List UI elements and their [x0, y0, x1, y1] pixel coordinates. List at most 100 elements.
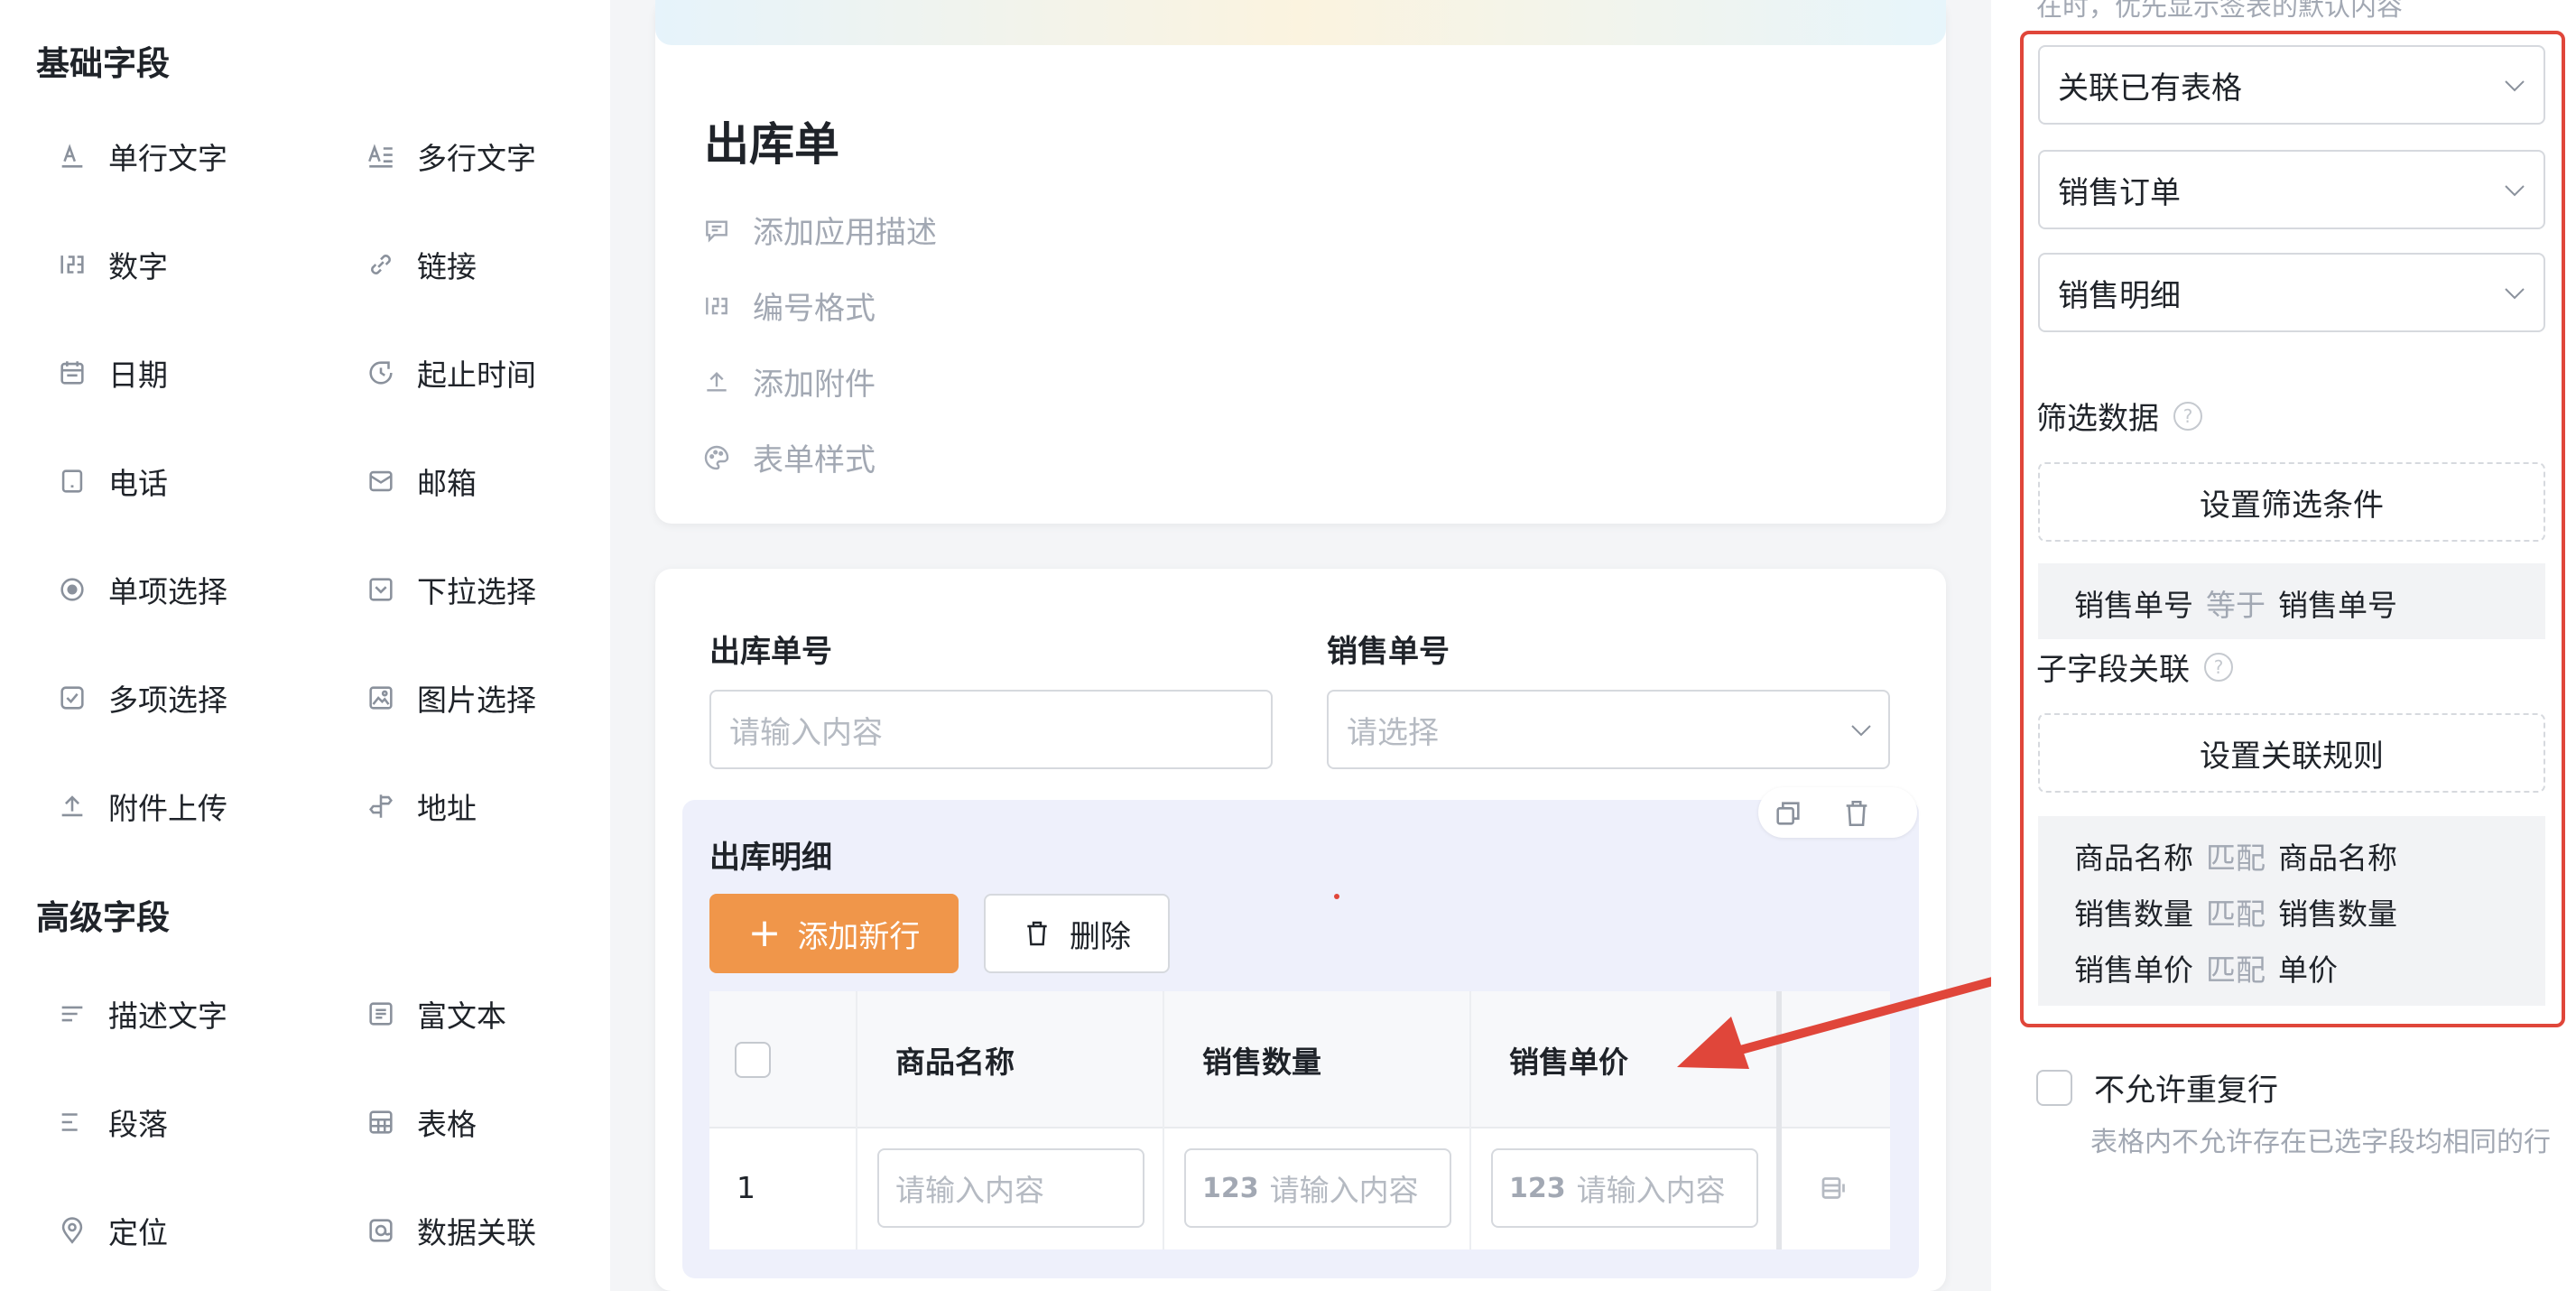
help-icon[interactable]: ?	[2204, 652, 2233, 682]
field-date[interactable]: 日期	[54, 346, 168, 400]
add-description-button[interactable]: 添加应用描述	[702, 208, 937, 252]
mapping-rule: 销售数量 匹配 销售数量	[2074, 890, 2397, 933]
field-label: 数字	[108, 249, 168, 284]
plus-icon: +	[747, 910, 782, 956]
meta-label: 编号格式	[753, 291, 876, 327]
rule-op: 匹配	[2206, 896, 2266, 932]
field-label: 多项选择	[108, 683, 227, 718]
no-duplicate-label: 不允许重复行	[2094, 1073, 2278, 1109]
chevron-down-icon	[2505, 185, 2525, 197]
paragraph-icon	[54, 1104, 90, 1140]
location-icon	[54, 1212, 90, 1249]
trash-icon[interactable]	[1841, 798, 1872, 829]
rule-right: 商品名称	[2278, 841, 2397, 876]
set-filter-button[interactable]: 设置筛选条件	[2038, 462, 2545, 542]
link-table-select[interactable]: 关联已有表格	[2038, 45, 2545, 125]
chevron-down-icon	[2505, 288, 2525, 300]
phone-icon	[54, 463, 90, 499]
field-number[interactable]: 数字	[54, 237, 168, 292]
outbound-no-input[interactable]: 请输入内容	[709, 690, 1273, 769]
source-form-select[interactable]: 销售订单	[2038, 150, 2545, 229]
row-action-icon[interactable]	[1818, 1172, 1850, 1204]
cell-placeholder: 请输入内容	[1269, 1173, 1419, 1208]
field-label: 数据关联	[417, 1215, 536, 1250]
no-duplicate-checkbox[interactable]: 不允许重复行	[2036, 1065, 2278, 1110]
field-location[interactable]: 定位	[54, 1203, 168, 1258]
address-icon	[363, 788, 399, 824]
add-row-button[interactable]: + 添加新行	[709, 894, 959, 973]
rule-left: 商品名称	[2074, 841, 2193, 876]
field-label: 链接	[417, 249, 477, 284]
filter-rule: 销售单号 等于 销售单号	[2074, 581, 2397, 625]
field-data-link[interactable]: 数据关联	[363, 1203, 536, 1258]
multi-line-text-icon	[363, 138, 399, 174]
help-icon[interactable]: ?	[2173, 401, 2202, 431]
field-label: 单行文字	[108, 141, 227, 176]
checkbox-box[interactable]	[2036, 1069, 2072, 1106]
meta-label: 表单样式	[753, 442, 876, 478]
source-subform-select[interactable]: 销售明细	[2038, 253, 2545, 332]
no-duplicate-description: 表格内不允许存在已选字段均相同的行	[2090, 1127, 2551, 1158]
radio-icon	[54, 571, 90, 608]
field-label: 电话	[108, 466, 168, 501]
field-description[interactable]: 描述文字	[54, 987, 227, 1041]
form-title[interactable]: 出库单	[704, 108, 839, 173]
field-time-range[interactable]: 起止时间	[363, 346, 536, 400]
number-format-button[interactable]: 编号格式	[702, 283, 876, 328]
price-input[interactable]: 123 请输入内容	[1491, 1148, 1758, 1228]
field-link[interactable]: 链接	[363, 237, 477, 292]
sales-no-placeholder: 请选择	[1347, 714, 1439, 751]
field-table[interactable]: 表格	[363, 1095, 477, 1149]
description-icon	[54, 996, 90, 1032]
form-style-button[interactable]: 表单样式	[702, 435, 876, 479]
number-icon: 123	[1509, 1172, 1566, 1204]
add-attachment-button[interactable]: 添加附件	[702, 359, 876, 404]
field-upload[interactable]: 附件上传	[54, 779, 227, 833]
row-index: 1	[737, 1170, 755, 1205]
set-link-rule-button[interactable]: 设置关联规则	[2038, 713, 2545, 793]
copy-icon[interactable]	[1773, 798, 1803, 829]
sales-no-select[interactable]: 请选择	[1327, 690, 1890, 769]
field-phone[interactable]: 电话	[54, 454, 168, 508]
advanced-fields-title: 高级字段	[36, 898, 170, 937]
mapping-rule: 商品名称 匹配 商品名称	[2074, 834, 2397, 878]
rule-right: 销售单号	[2278, 588, 2397, 623]
field-paragraph[interactable]: 段落	[54, 1095, 168, 1149]
select-all-checkbox[interactable]	[735, 1042, 771, 1078]
filter-data-label: 筛选数据 ?	[2036, 394, 2202, 438]
quantity-input[interactable]: 123 请输入内容	[1184, 1148, 1451, 1228]
default-content-hint: 在时，优先显示签表的默认内容	[2036, 0, 2404, 22]
field-label: 下拉选择	[417, 574, 536, 609]
field-single-line-text[interactable]: 单行文字	[54, 129, 227, 183]
column-divider	[1163, 991, 1164, 1249]
select-value: 关联已有表格	[2058, 70, 2242, 107]
product-name-input[interactable]: 请输入内容	[877, 1148, 1144, 1228]
field-rich-text[interactable]: 富文本	[363, 987, 506, 1041]
delete-button[interactable]: 删除	[984, 894, 1170, 973]
select-value: 销售订单	[2058, 174, 2181, 211]
header-gradient-strip	[655, 0, 1946, 45]
date-icon	[54, 355, 90, 391]
field-image[interactable]: 图片选择	[363, 671, 536, 725]
field-checkbox[interactable]: 多项选择	[54, 671, 227, 725]
field-label: 地址	[417, 791, 477, 826]
field-address[interactable]: 地址	[363, 779, 477, 833]
subfield-link-text: 子字段关联	[2036, 652, 2190, 688]
field-label: 日期	[108, 358, 168, 393]
field-radio[interactable]: 单项选择	[54, 562, 227, 617]
link-icon	[363, 246, 399, 283]
trash-icon	[1027, 921, 1047, 946]
field-mail[interactable]: 邮箱	[363, 454, 477, 508]
data-link-icon	[363, 1212, 399, 1249]
chevron-down-icon	[2505, 80, 2525, 92]
meta-label: 添加应用描述	[753, 215, 937, 251]
field-label: 富文本	[417, 998, 506, 1034]
field-label: 起止时间	[417, 358, 536, 393]
field-multi-line-text[interactable]: 多行文字	[363, 129, 536, 183]
delete-label: 删除	[1070, 918, 1131, 955]
mapping-rule-box: 商品名称 匹配 商品名称 销售数量 匹配 销售数量 销售单价 匹配 单价	[2038, 816, 2545, 1006]
field-label: 描述文字	[108, 998, 227, 1034]
number-format-icon	[706, 297, 727, 314]
field-dropdown[interactable]: 下拉选择	[363, 562, 536, 617]
add-row-label: 添加新行	[797, 918, 921, 955]
